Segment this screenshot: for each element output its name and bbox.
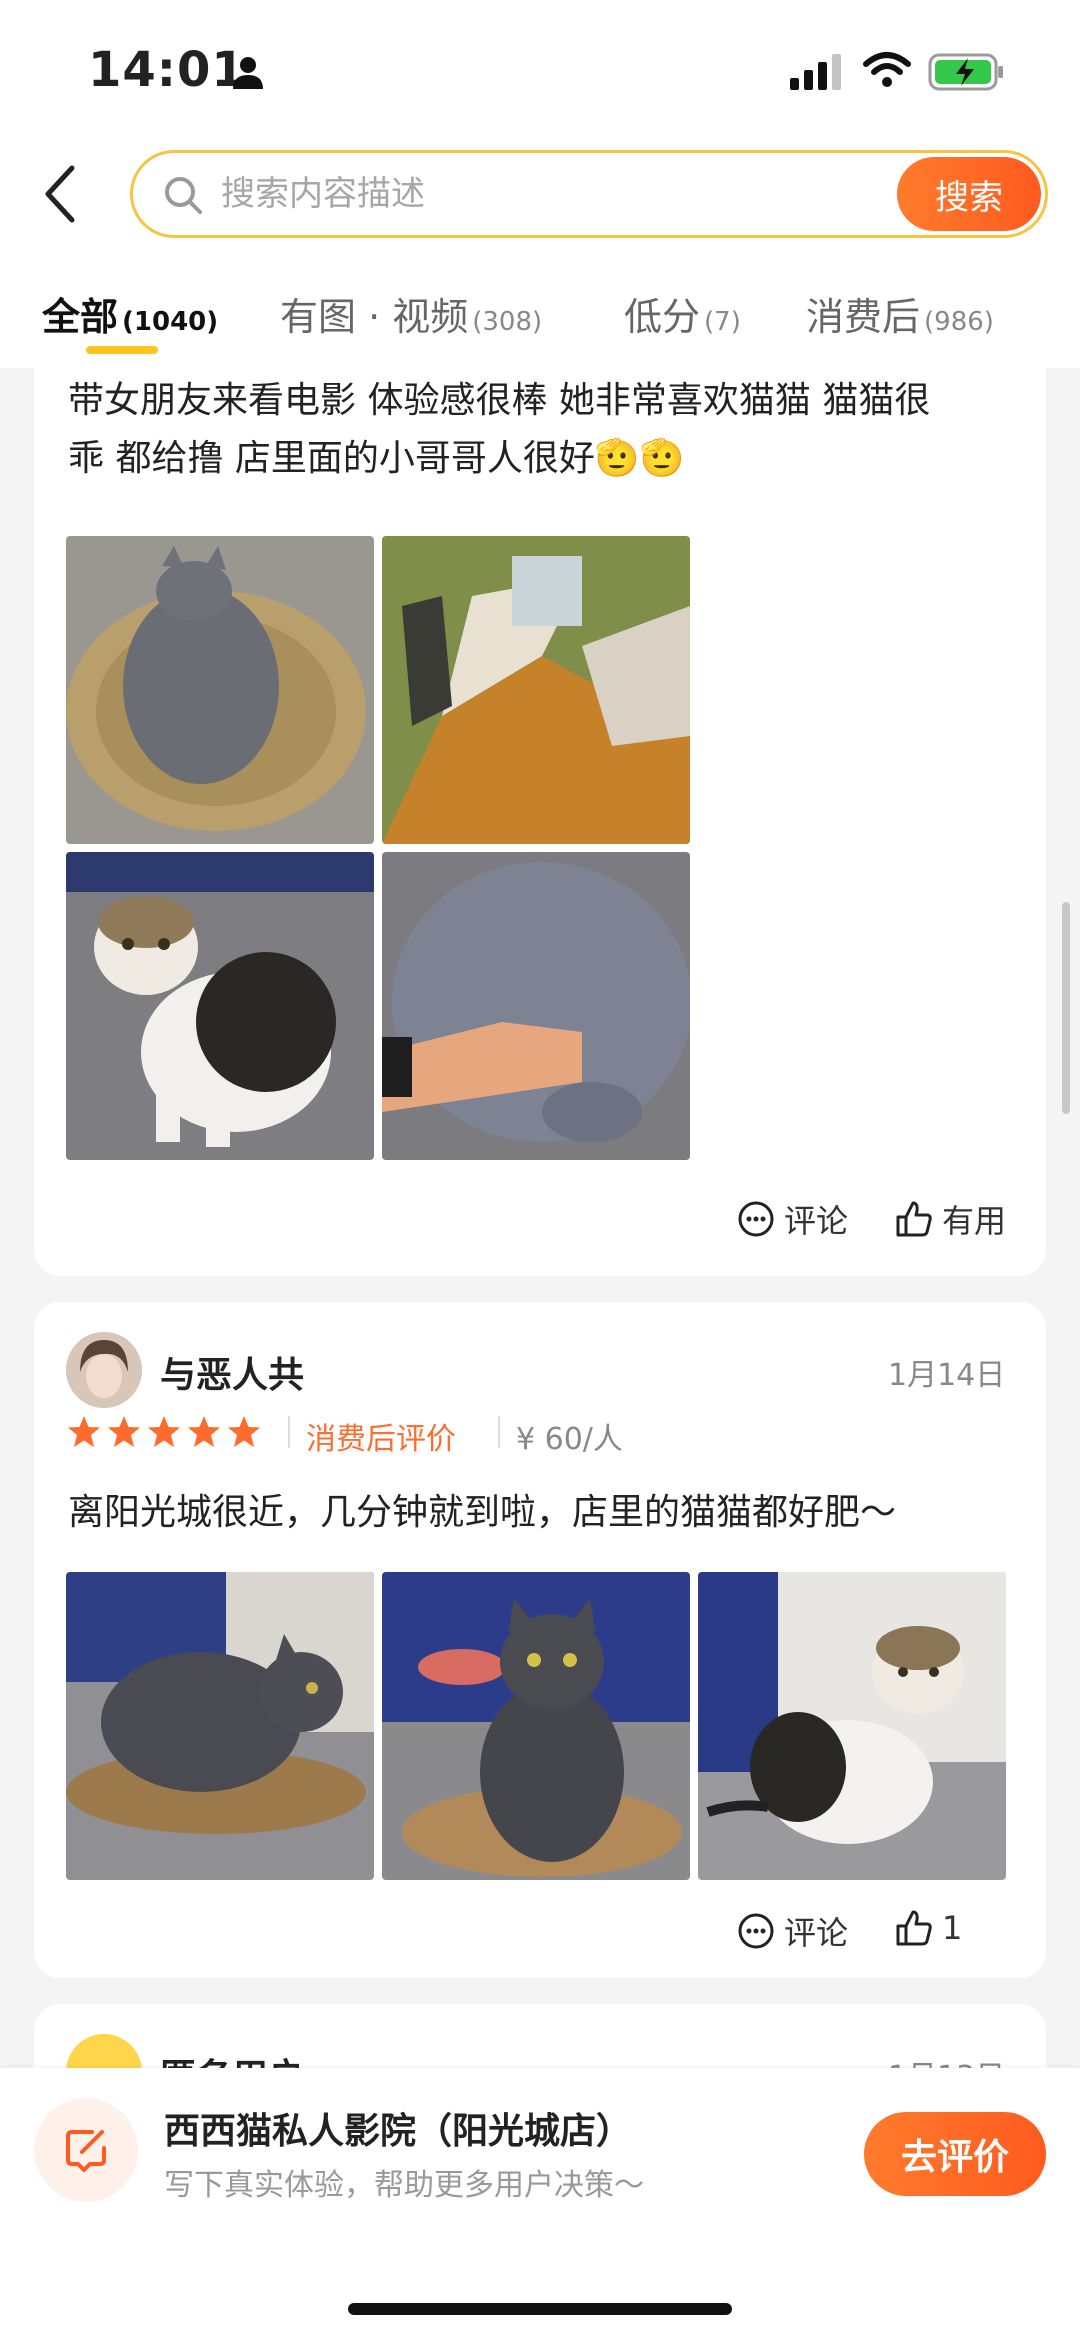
thumbs-up-icon <box>896 1201 932 1237</box>
tab-count: (308) <box>472 307 543 337</box>
helpful-button[interactable]: 有用 <box>894 1196 1006 1242</box>
search-icon <box>165 177 202 214</box>
thumbs-up-icon <box>896 1910 932 1946</box>
review-card: 带女朋友来看电影 体验感很棒 她非常喜欢猫猫 猫猫很 乖 都给撸 店里面的小哥哥… <box>34 368 1046 1276</box>
avatar[interactable] <box>66 2034 142 2068</box>
scrollbar[interactable] <box>1062 902 1070 1114</box>
star-icon <box>108 1416 140 1447</box>
review-prompt: 写下真实体验，帮助更多用户决策～ <box>164 2168 644 2203</box>
search-bar[interactable]: 搜索 <box>130 150 1048 238</box>
star-icon <box>148 1416 180 1447</box>
tab-count: (1040) <box>122 307 219 337</box>
tab-all[interactable]: 全部 (1040) <box>42 286 218 341</box>
review-date: 1月14日 <box>888 1358 1006 1393</box>
like-button[interactable]: 1 <box>894 1908 962 1948</box>
divider <box>288 1416 290 1448</box>
review-photo[interactable] <box>66 1572 374 1880</box>
tab-label: 低分 <box>624 295 701 339</box>
review-photo[interactable] <box>66 852 374 1160</box>
tab-after-consumption[interactable]: 消费后 (986) <box>806 286 994 341</box>
home-indicator[interactable] <box>348 2303 732 2315</box>
write-review-icon[interactable] <box>34 2098 138 2202</box>
star-icon <box>228 1416 260 1447</box>
like-count: 1 <box>942 1909 963 1947</box>
review-photo[interactable] <box>382 1572 690 1880</box>
review-card: 匿名用户 1月13日 <box>34 2004 1046 2068</box>
rating-stars <box>66 1414 262 1450</box>
battery-charging-icon <box>928 53 1003 91</box>
star-icon <box>188 1416 220 1447</box>
comment-icon <box>738 1201 774 1237</box>
tab-active-indicator <box>86 346 158 354</box>
review-photo[interactable] <box>382 536 690 844</box>
review-text-line: 乖 都给撸 店里面的小哥哥人很好🫡🫡 <box>68 438 685 479</box>
divider <box>498 1416 500 1448</box>
status-time: 14:01 <box>88 42 246 98</box>
comment-label: 评论 <box>784 1202 849 1240</box>
tab-photo-video[interactable]: 有图 · 视频 (308) <box>280 286 542 341</box>
username[interactable]: 匿名用户 <box>160 2048 304 2068</box>
shop-name: 西西猫私人影院（阳光城店） <box>164 2111 633 2152</box>
review-photo[interactable] <box>382 852 690 1160</box>
tab-label: 有图 · 视频 <box>280 295 469 339</box>
review-type-label: 消费后评价 <box>306 1422 456 1457</box>
cellular-signal-icon <box>790 54 841 90</box>
comment-label: 评论 <box>784 1914 849 1952</box>
review-photo[interactable] <box>698 1572 1006 1880</box>
tab-count: (7) <box>704 307 741 337</box>
review-date: 1月13日 <box>888 2052 1005 2068</box>
person-icon <box>233 57 263 89</box>
comment-button[interactable]: 评论 <box>736 1908 848 1954</box>
review-text-line: 带女朋友来看电影 体验感很棒 她非常喜欢猫猫 猫猫很 <box>68 380 931 421</box>
write-review-button[interactable]: 去评价 <box>864 2112 1046 2196</box>
tab-count: (986) <box>924 307 994 337</box>
status-bar: 14:01 <box>0 0 1080 140</box>
username[interactable]: 与恶人共 <box>160 1346 304 1398</box>
review-text-line: 离阳光城很近，几分钟就到啦，店里的猫猫都好肥～ <box>68 1492 897 1533</box>
tab-label: 消费后 <box>806 295 921 339</box>
review-list[interactable]: 带女朋友来看电影 体验感很棒 她非常喜欢猫猫 猫猫很 乖 都给撸 店里面的小哥哥… <box>0 368 1080 2068</box>
tab-label: 全部 <box>42 295 119 339</box>
back-arrow-icon[interactable] <box>40 162 84 226</box>
bottom-action-bar: 西西猫私人影院（阳光城店） 写下真实体验，帮助更多用户决策～ 去评价 <box>0 2068 1080 2337</box>
comment-icon <box>738 1913 774 1949</box>
price-per-person: ¥ 60/人 <box>516 1422 623 1457</box>
avatar[interactable] <box>66 1332 142 1408</box>
tab-low-score[interactable]: 低分 (7) <box>624 286 741 341</box>
comment-button[interactable]: 评论 <box>736 1196 848 1242</box>
wifi-icon <box>863 52 911 87</box>
search-header: 搜索 <box>0 140 1080 250</box>
search-input[interactable] <box>221 167 821 221</box>
search-button[interactable]: 搜索 <box>897 157 1041 231</box>
filter-tabs: 全部 (1040) 有图 · 视频 (308) 低分 (7) 消费后 (986) <box>0 250 1080 368</box>
helpful-label: 有用 <box>942 1202 1007 1240</box>
star-icon <box>68 1416 100 1447</box>
review-photo[interactable] <box>66 536 374 844</box>
review-card: 与恶人共 1月14日 消费后评价 ¥ 60/人 离阳光城很近，几分钟就到啦，店里… <box>34 1302 1046 1978</box>
